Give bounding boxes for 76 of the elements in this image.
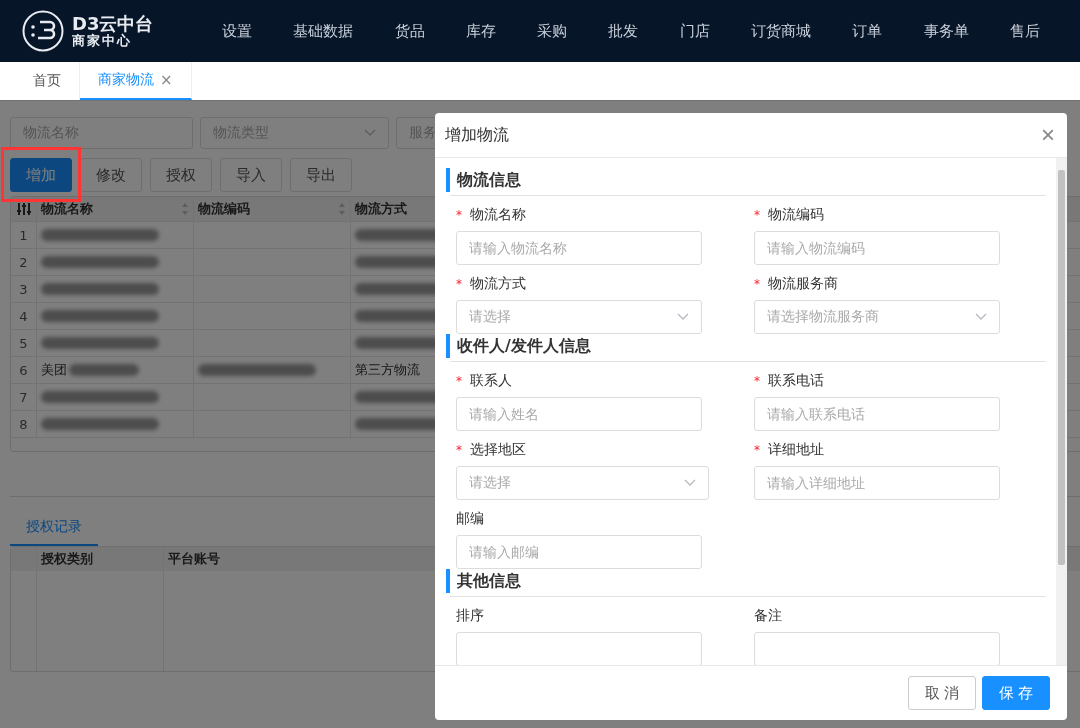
chevron-down-icon	[975, 313, 987, 321]
nav-item[interactable]: 采购	[537, 21, 568, 41]
column-header: 授权类别	[41, 550, 93, 568]
logo-title: D3云中台	[72, 13, 154, 34]
required-asterisk: *	[456, 374, 462, 388]
nav-item[interactable]: 订货商城	[751, 21, 812, 41]
input-field[interactable]	[754, 632, 1000, 665]
row-number: 2	[11, 249, 37, 275]
input-field[interactable]: 请输入邮编	[456, 535, 702, 569]
field-label: 联系电话	[768, 372, 824, 390]
required-asterisk: *	[754, 443, 760, 457]
required-asterisk: *	[754, 277, 760, 291]
row-number: 3	[11, 276, 37, 302]
logo-icon	[22, 10, 64, 52]
scrollbar[interactable]	[1056, 158, 1067, 665]
chevron-down-icon	[684, 479, 696, 487]
toolbar-button[interactable]: 导入	[220, 158, 282, 192]
field-label: 排序	[456, 607, 484, 625]
nav-item[interactable]: 货品	[394, 21, 425, 41]
chevron-down-icon	[364, 129, 376, 137]
nav-item[interactable]: 售后	[1009, 21, 1040, 41]
required-asterisk: *	[456, 208, 462, 222]
sort-icon[interactable]	[338, 202, 346, 216]
field-label: 物流服务商	[768, 275, 838, 293]
nav-item[interactable]: 门店	[679, 21, 710, 41]
input-field[interactable]	[456, 632, 702, 665]
page-tab[interactable]: 首页	[15, 62, 80, 100]
required-asterisk: *	[754, 208, 760, 222]
toolbar-button[interactable]: 导出	[290, 158, 352, 192]
toolbar-button[interactable]: 增加	[10, 158, 72, 192]
toolbar-button[interactable]: 授权	[150, 158, 212, 192]
cancel-button[interactable]: 取 消	[908, 676, 976, 710]
nav-item[interactable]: 订单	[852, 21, 883, 41]
column-header: 物流编码	[198, 200, 250, 218]
column-header: 物流名称	[41, 200, 93, 218]
field-label: 物流方式	[470, 275, 526, 293]
field-label: 选择地区	[470, 441, 526, 459]
field-label: 详细地址	[768, 441, 824, 459]
select-field[interactable]: 请选择	[456, 466, 709, 500]
field-label: 物流编码	[768, 206, 824, 224]
nav-item[interactable]: 基础数据	[293, 21, 354, 41]
nav-item[interactable]: 库存	[465, 21, 496, 41]
input-field[interactable]: 请输入姓名	[456, 397, 702, 431]
table-cell: 美团	[37, 357, 194, 383]
column-header: 物流方式	[355, 200, 407, 218]
required-asterisk: *	[456, 443, 462, 457]
nav-item[interactable]: 设置	[222, 21, 252, 41]
toolbar-button[interactable]: 修改	[80, 158, 142, 192]
row-number: 5	[11, 330, 37, 356]
input-field[interactable]: 请输入详细地址	[754, 466, 1000, 500]
nav-item[interactable]: 事务单	[923, 21, 969, 41]
field-label: 邮编	[456, 510, 484, 528]
input-field[interactable]: 请输入联系电话	[754, 397, 1000, 431]
row-number: 8	[11, 411, 37, 437]
save-button[interactable]: 保 存	[982, 676, 1050, 710]
close-icon[interactable]: ×	[160, 71, 173, 89]
close-button[interactable]: ×	[1041, 123, 1055, 147]
required-asterisk: *	[754, 374, 760, 388]
row-number: 6	[11, 357, 37, 383]
field-label: 备注	[754, 607, 782, 625]
field-label: 物流名称	[470, 206, 526, 224]
column-header: 平台账号	[168, 550, 220, 568]
sort-icon[interactable]	[181, 202, 189, 216]
field-label: 联系人	[470, 372, 512, 390]
logo-subtitle: 商家中心	[72, 33, 132, 49]
row-number: 7	[11, 384, 37, 410]
column-settings-icon[interactable]	[16, 202, 31, 216]
row-number: 4	[11, 303, 37, 329]
nav-item[interactable]: 批发	[608, 21, 639, 41]
input-field[interactable]: 请输入物流编码	[754, 231, 1000, 265]
select-field[interactable]: 请选择	[456, 300, 702, 334]
select-field[interactable]: 请选择物流服务商	[754, 300, 1000, 334]
chevron-down-icon	[677, 313, 689, 321]
input-field[interactable]: 请输入物流名称	[456, 231, 702, 265]
row-number: 1	[11, 222, 37, 248]
required-asterisk: *	[456, 277, 462, 291]
